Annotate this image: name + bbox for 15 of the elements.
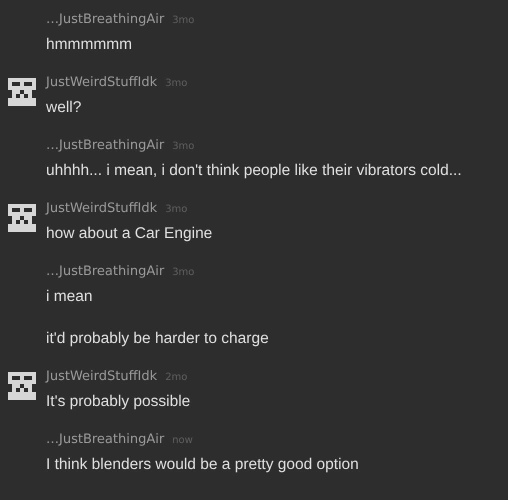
comment-text: It's probably possible	[46, 392, 190, 412]
username-link[interactable]: …JustBreathingAir	[46, 138, 164, 153]
username-link[interactable]: …JustBreathingAir	[46, 12, 164, 27]
username-link[interactable]: JustWeirdStuffIdk	[46, 201, 158, 216]
username-link[interactable]: JustWeirdStuffIdk	[46, 369, 158, 384]
comment-text: i mean	[46, 287, 94, 307]
comment-text: how about a Car Engine	[46, 224, 212, 244]
username-link[interactable]: …JustBreathingAir	[46, 432, 164, 447]
comment-text: well?	[46, 98, 82, 118]
comment-text: hmmmmmm	[46, 35, 134, 55]
comment-text: it'd probably be harder to charge	[46, 329, 269, 349]
username-link[interactable]: JustWeirdStuffIdk	[46, 75, 158, 90]
username-link[interactable]: …JustBreathingAir	[46, 264, 164, 279]
comment-text: uhhhh... i mean, i don't think people like their vibrators cold...	[46, 161, 462, 181]
comment-text: I think blenders would be a pretty good option	[46, 455, 359, 475]
